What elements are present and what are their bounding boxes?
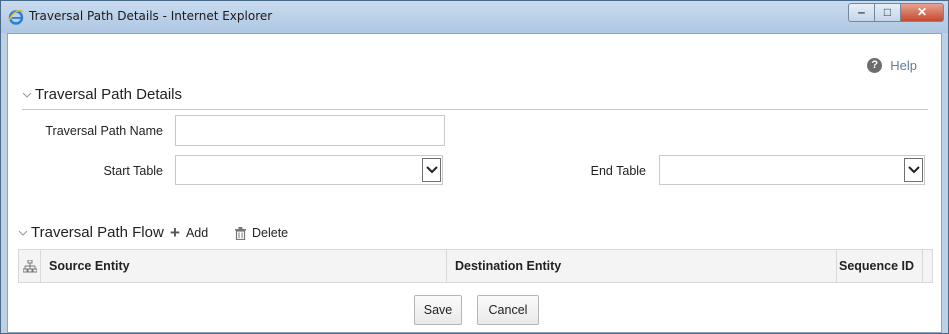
add-label: Add — [185, 226, 209, 240]
start-table-label: Start Table — [103, 164, 163, 178]
save-button[interactable]: Save — [414, 295, 462, 325]
cancel-button[interactable]: Cancel — [477, 295, 539, 325]
column-header-destination-entity[interactable]: Destination Entity — [447, 250, 837, 282]
help-link[interactable]: ? Help — [867, 58, 917, 73]
dialog-content: ? Help Traversal Path Details Traversal … — [7, 33, 942, 333]
close-icon: ✕ — [916, 5, 928, 19]
title-bar[interactable]: Traversal Path Details - Internet Explor… — [1, 1, 948, 33]
maximize-icon: □ — [883, 5, 892, 19]
window-title: Traversal Path Details - Internet Explor… — [29, 9, 273, 23]
chevron-down-icon — [908, 166, 920, 174]
minimize-icon: ‒ — [858, 5, 865, 19]
dropdown-button[interactable] — [904, 158, 923, 182]
hierarchy-column[interactable] — [19, 250, 41, 282]
maximize-button[interactable]: □ — [874, 3, 901, 22]
plus-icon: + — [170, 223, 180, 242]
chevron-down-icon — [18, 230, 28, 236]
end-table-select[interactable] — [659, 155, 925, 185]
chevron-down-icon — [22, 92, 32, 98]
column-header-filler — [923, 250, 932, 282]
minimize-button[interactable]: ‒ — [848, 3, 875, 22]
traversal-path-name-label: Traversal Path Name — [45, 124, 163, 138]
ie-window: Traversal Path Details - Internet Explor… — [0, 0, 949, 334]
question-circle-icon: ? — [867, 58, 883, 73]
trash-icon — [235, 226, 246, 240]
window-controls: ‒ □ ✕ — [848, 3, 944, 23]
traversal-path-name-input[interactable] — [175, 115, 445, 146]
flow-grid-header: Source Entity Destination Entity Sequenc… — [18, 249, 933, 283]
chevron-down-icon — [426, 166, 438, 174]
hierarchy-icon — [23, 259, 37, 272]
help-label: Help — [890, 58, 917, 73]
add-button[interactable]: + Add — [170, 223, 209, 242]
dropdown-button[interactable] — [422, 158, 441, 182]
column-header-source-entity[interactable]: Source Entity — [41, 250, 447, 282]
delete-button[interactable]: Delete — [235, 226, 288, 240]
delete-label: Delete — [252, 226, 289, 240]
section-traversal-path-details[interactable]: Traversal Path Details — [22, 86, 182, 103]
end-table-label: End Table — [590, 164, 646, 178]
start-table-select[interactable] — [175, 155, 443, 185]
section-title: Traversal Path Details — [35, 86, 182, 103]
section-divider — [22, 109, 928, 110]
section-title: Traversal Path Flow — [31, 224, 164, 241]
column-header-sequence-id[interactable]: Sequence ID — [837, 250, 923, 282]
close-button[interactable]: ✕ — [900, 3, 944, 22]
section-traversal-path-flow[interactable]: Traversal Path Flow — [18, 224, 164, 241]
internet-explorer-icon — [8, 10, 24, 25]
